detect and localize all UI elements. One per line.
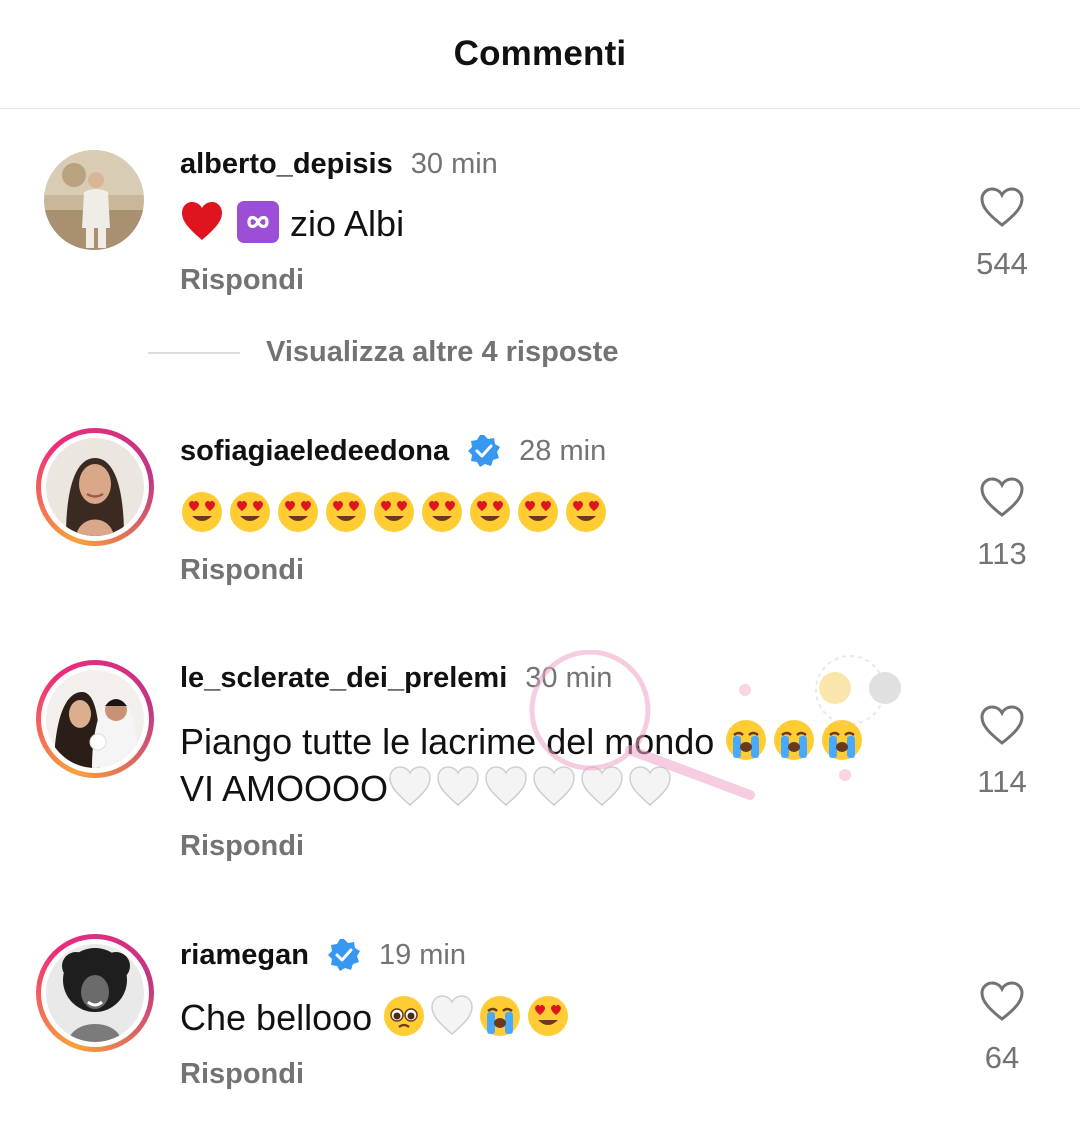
comment-text: Che bellooo (180, 994, 940, 1041)
username[interactable]: alberto_depisis (180, 148, 393, 181)
loudly-crying-emoji-icon (726, 720, 767, 760)
crying-emoji-row (724, 720, 868, 762)
white-heart-row (388, 766, 676, 809)
avatar-photo (44, 150, 144, 250)
comment-item: alberto_depisis 30 min zio Albi Rispondi… (0, 148, 1080, 318)
comment-body-line-1: Piango tutte le lacrime del mondo (180, 721, 715, 762)
like-count: 544 (976, 246, 1028, 281)
loudly-crying-emoji-icon (480, 996, 521, 1036)
heart-eyes-emoji-icon (278, 492, 318, 532)
like-group: 64 (972, 980, 1032, 1076)
username[interactable]: sofiagiaeledeedona (180, 435, 449, 468)
comment-text (180, 490, 940, 537)
white-heart-emoji-icon (581, 766, 623, 806)
loudly-crying-emoji-icon (774, 720, 815, 760)
reply-button[interactable]: Rispondi (180, 264, 304, 297)
white-heart-emoji-icon (485, 766, 527, 806)
white-heart-emoji-icon (629, 766, 671, 806)
comments-header: Commenti (0, 0, 1080, 109)
comment-line-2: VI AMOOOO (180, 765, 940, 812)
emoji-row (382, 995, 574, 1038)
verified-badge-icon (327, 939, 360, 971)
white-heart-emoji-icon (431, 995, 473, 1035)
infinity-icon (237, 201, 279, 243)
comment-body: zio Albi (290, 203, 405, 244)
comment-time: 30 min (410, 148, 498, 180)
comment-time: 30 min (525, 662, 613, 694)
pleading-face-emoji-icon (384, 996, 425, 1036)
avatar-photo (46, 670, 144, 768)
heart-eyes-emoji-icon (374, 492, 414, 532)
divider (148, 351, 240, 354)
reply-button[interactable]: Rispondi (180, 1058, 304, 1091)
comment-item: sofiagiaeledeedona 28 min Rispondi 113 (0, 428, 1080, 602)
heart-outline-icon[interactable] (979, 476, 1025, 518)
white-heart-emoji-icon (437, 766, 479, 806)
like-group: 113 (972, 476, 1032, 572)
heart-eyes-emoji-icon (518, 492, 558, 532)
like-count: 114 (977, 764, 1027, 799)
username[interactable]: le_sclerate_dei_prelemi (180, 662, 507, 695)
comment-body: Che bellooo (180, 997, 373, 1038)
avatar-story-ring[interactable] (36, 428, 154, 546)
comment-time: 28 min (519, 434, 607, 467)
view-more-replies[interactable]: Visualizza altre 4 risposte (148, 336, 618, 369)
red-heart-icon (182, 202, 222, 240)
comment-item: riamegan 19 min Che bellooo Rispondi 64 (0, 934, 1080, 1106)
heart-eyes-emoji-icon (566, 492, 606, 532)
avatar-story-ring[interactable] (36, 934, 154, 1052)
comment-body-line-2: VI AMOOOO (180, 768, 389, 809)
like-group: 544 (972, 186, 1032, 282)
comment-time: 19 min (378, 938, 466, 971)
heart-eyes-emoji-icon (470, 492, 510, 532)
heart-eyes-row (180, 492, 612, 534)
comment-item: le_sclerate_dei_prelemi 30 min Piango tu… (0, 660, 1080, 872)
heart-outline-icon[interactable] (979, 980, 1025, 1022)
heart-eyes-emoji-icon (528, 996, 569, 1036)
username[interactable]: riamegan (180, 939, 309, 972)
page-title: Commenti (453, 34, 627, 73)
heart-eyes-emoji-icon (230, 492, 270, 532)
heart-eyes-emoji-icon (422, 492, 462, 532)
heart-eyes-emoji-icon (182, 492, 222, 532)
avatar-photo (46, 944, 144, 1042)
loudly-crying-emoji-icon (822, 720, 863, 760)
avatar[interactable] (44, 150, 144, 250)
comment-text: zio Albi (180, 200, 940, 247)
white-heart-emoji-icon (389, 766, 431, 806)
heart-outline-icon[interactable] (979, 704, 1025, 746)
like-count: 113 (977, 536, 1027, 571)
white-heart-emoji-icon (533, 766, 575, 806)
verified-badge-icon (468, 435, 501, 467)
heart-outline-icon[interactable] (979, 186, 1025, 228)
view-more-replies-label[interactable]: Visualizza altre 4 risposte (266, 336, 618, 369)
reply-button[interactable]: Rispondi (180, 554, 304, 587)
reply-button[interactable]: Rispondi (180, 830, 304, 863)
like-group: 114 (972, 704, 1032, 800)
avatar-photo (46, 438, 144, 536)
heart-eyes-emoji-icon (326, 492, 366, 532)
like-count: 64 (984, 1040, 1020, 1075)
comment-text: Piango tutte le lacrime del mondo VI AMO… (180, 718, 940, 812)
comment-line-1: Piango tutte le lacrime del mondo (180, 718, 940, 765)
avatar-story-ring[interactable] (36, 660, 154, 778)
